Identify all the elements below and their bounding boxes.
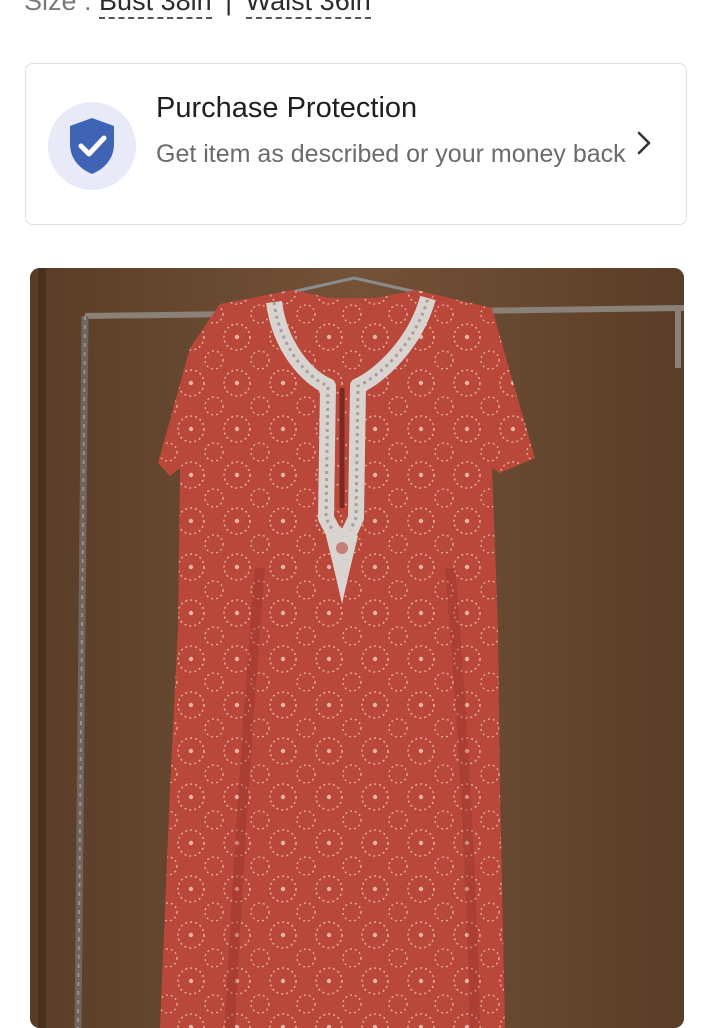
product-photo-illustration	[30, 268, 684, 1028]
chevron-right-icon[interactable]	[636, 130, 652, 156]
size-row: Size : Bust 38in | Waist 36in	[24, 0, 371, 26]
shield-check-icon	[70, 118, 114, 174]
size-waist-value: Waist 36in	[245, 0, 371, 19]
purchase-protection-card[interactable]: Purchase Protection Get item as describe…	[25, 63, 687, 225]
product-photo[interactable]	[30, 268, 684, 1028]
protection-title: Purchase Protection	[156, 92, 418, 124]
shield-icon-badge	[48, 102, 136, 190]
protection-subtitle: Get item as described or your money back	[156, 140, 626, 168]
size-bust-value: Bust 38in	[99, 0, 212, 19]
size-separator: |	[225, 0, 233, 16]
size-label: Size :	[24, 0, 92, 16]
